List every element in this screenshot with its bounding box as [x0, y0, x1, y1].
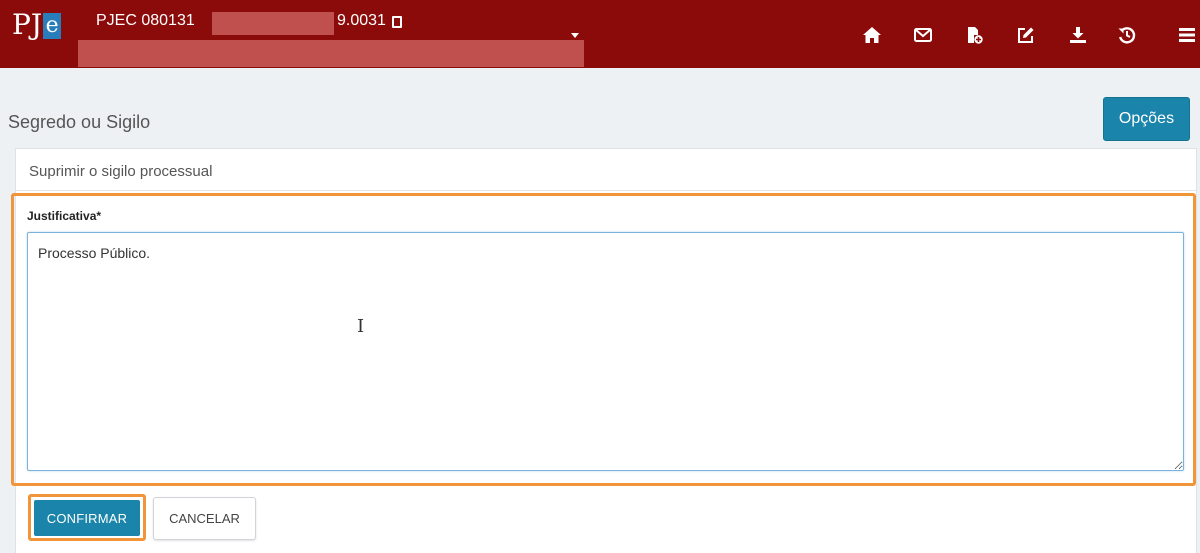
- panel-heading: Suprimir o sigilo processual: [16, 149, 1196, 191]
- options-button[interactable]: Opções: [1103, 97, 1190, 141]
- confirm-button[interactable]: CONFIRMAR: [34, 500, 140, 536]
- text-cursor-icon: I: [357, 316, 365, 337]
- toolbar: [0, 24, 1200, 48]
- page-header: Segredo ou Sigilo Opções: [8, 96, 1192, 146]
- document-add-icon[interactable]: [963, 24, 985, 46]
- envelope-icon[interactable]: [912, 24, 934, 46]
- edit-icon[interactable]: [1015, 24, 1037, 46]
- justificativa-textarea[interactable]: Processo Público.: [27, 232, 1184, 471]
- justificativa-label: Justificativa*: [27, 209, 102, 223]
- page-title: Segredo ou Sigilo: [8, 112, 151, 132]
- cancel-button[interactable]: CANCELAR: [153, 497, 256, 540]
- top-navbar: PJ e PJEC 080131 9.0031: [0, 0, 1200, 68]
- home-icon[interactable]: [861, 24, 883, 46]
- menu-icon[interactable]: [1176, 24, 1198, 46]
- panel-title: Suprimir o sigilo processual: [29, 163, 213, 180]
- history-icon[interactable]: [1116, 24, 1138, 46]
- download-icon[interactable]: [1067, 24, 1089, 46]
